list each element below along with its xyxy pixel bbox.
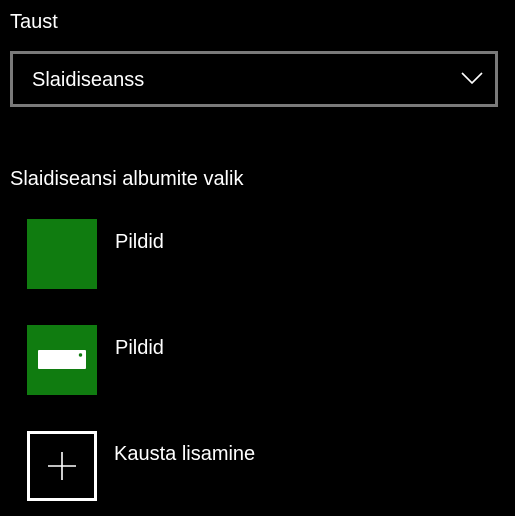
album-tile bbox=[27, 219, 97, 289]
album-tile bbox=[27, 325, 97, 395]
album-selection-label: Slaidiseansi albumite valik bbox=[10, 168, 244, 190]
background-dropdown[interactable]: Slaidiseanss bbox=[10, 51, 498, 107]
background-dropdown-value: Slaidiseanss bbox=[32, 69, 145, 91]
album-item-label: Pildid bbox=[115, 231, 164, 253]
chevron-down-icon bbox=[460, 68, 484, 88]
add-folder-tile bbox=[27, 431, 97, 501]
album-item-label: Pildid bbox=[115, 337, 164, 359]
album-item-pildid-drive[interactable]: Pildid bbox=[27, 325, 487, 397]
album-item-pildid[interactable]: Pildid bbox=[27, 219, 487, 291]
background-label: Taust bbox=[10, 11, 58, 33]
add-folder-button[interactable]: Kausta lisamine bbox=[27, 431, 487, 503]
add-folder-label: Kausta lisamine bbox=[114, 443, 256, 465]
